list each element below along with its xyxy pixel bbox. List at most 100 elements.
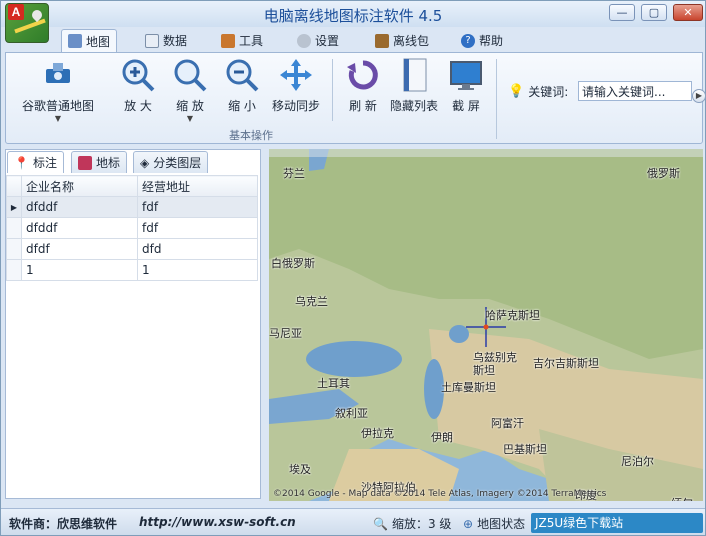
tab-tools-label: 工具 — [239, 34, 264, 48]
zoom-out-label: 缩 小 — [228, 99, 256, 113]
zoom-button[interactable]: 缩 放 ▼ — [166, 57, 214, 123]
maximize-button[interactable]: ▢ — [641, 4, 667, 21]
tab-map[interactable]: 地图 — [61, 29, 118, 52]
app-logo-badge: A — [8, 4, 24, 20]
refresh-button[interactable]: 刷 新 — [340, 57, 386, 114]
table-row[interactable]: 1 1 — [6, 259, 258, 281]
table-header-row: 企业名称 经营地址 — [6, 175, 258, 197]
map-terrain — [269, 149, 703, 501]
map-label: 乌兹别克 斯坦 — [473, 351, 517, 377]
refresh-label: 刷 新 — [349, 99, 377, 113]
magnifier-icon: 🔍 — [373, 516, 388, 531]
hide-list-label: 隐藏列表 — [389, 99, 438, 113]
zoom-out-button[interactable]: 缩 小 — [218, 57, 266, 114]
map-state-text: 地图状态 — [477, 517, 526, 531]
list-tab-bar: 📍 标注 地标 ◈ 分类图层 — [5, 151, 261, 173]
tab-offline-package[interactable]: 离线包 — [369, 29, 435, 52]
toolbar-divider — [496, 59, 497, 139]
tab-offline-package-label: 离线包 — [393, 34, 430, 48]
zoom-status: 🔍 缩放：3 级 — [373, 515, 451, 532]
map-view[interactable]: 芬兰 俄罗斯 白俄罗斯 乌克兰 哈萨克斯坦 马尼亚 乌兹别克 斯坦 吉尔吉斯斯坦… — [269, 149, 703, 501]
lightbulb-icon: 💡 — [508, 84, 525, 99]
tab-tools[interactable]: 工具 — [215, 29, 269, 52]
map-label: 哈萨克斯坦 — [485, 309, 540, 322]
table-cell[interactable]: dfddf — [21, 217, 138, 239]
window-title: 电脑离线地图标注软件 4.5 — [263, 7, 443, 25]
website-link[interactable]: http://www.xsw-soft.cn — [139, 515, 296, 529]
refresh-icon — [345, 57, 381, 93]
tab-settings-label: 设置 — [315, 34, 340, 48]
list-panel-icon — [396, 57, 432, 93]
map-label: 土库曼斯坦 — [441, 381, 496, 394]
tab-help[interactable]: ? 帮助 — [455, 29, 509, 52]
minimize-button[interactable]: — — [609, 4, 635, 21]
status-bar: 软件商：欣思维软件 http://www.xsw-soft.cn 🔍 缩放：3 … — [1, 508, 705, 535]
map-attribution: ©2014 Google - Map data ©2014 Tele Atlas… — [273, 489, 607, 499]
pan-sync-label: 移动同步 — [271, 99, 320, 113]
keyword-label: 关键词: — [528, 85, 569, 99]
toolbar-divider — [332, 59, 333, 121]
map-type-button[interactable]: 谷歌普通地图 ▼ — [14, 57, 102, 123]
map-label: 埃及 — [289, 463, 311, 476]
column-header-address[interactable]: 经营地址 — [137, 175, 258, 197]
table-row[interactable]: dfdf dfd — [6, 238, 258, 260]
table-cell[interactable]: 1 — [21, 259, 138, 281]
map-label: 巴基斯坦 — [503, 443, 547, 456]
gear-icon — [297, 33, 311, 48]
row-indicator — [6, 238, 22, 260]
map-icon — [68, 34, 82, 48]
tab-data[interactable]: 数据 — [139, 29, 193, 52]
map-label: 伊朗 — [431, 431, 453, 444]
map-label: 尼泊尔 — [621, 455, 654, 468]
magnifier-icon — [172, 57, 208, 93]
column-header-company[interactable]: 企业名称 — [21, 175, 138, 197]
map-label: 乌克兰 — [295, 295, 328, 308]
keyword-label-group: 💡 关键词: — [508, 83, 568, 100]
table-cell[interactable]: 1 — [137, 259, 258, 281]
ribbon-group-label: 基本操作 — [229, 129, 273, 142]
map-label: 吉尔吉斯斯坦 — [533, 357, 599, 370]
table-cell[interactable]: dfdf — [21, 238, 138, 260]
row-indicator-header — [6, 175, 22, 197]
zoom-out-icon — [224, 57, 260, 93]
tab-settings[interactable]: 设置 — [291, 29, 345, 52]
keyword-search-input[interactable]: 请输入关键词... — [578, 81, 692, 101]
table-row[interactable]: ▶ dfddf fdf — [6, 196, 258, 218]
watermark-banner: JZ5U绿色下载站www.jz5u.com — [531, 513, 703, 533]
zoom-in-label: 放 大 — [124, 99, 152, 113]
app-logo-icon[interactable]: A — [5, 3, 49, 43]
move-arrows-icon — [278, 57, 314, 93]
table-cell[interactable]: dfd — [137, 238, 258, 260]
close-button[interactable]: ✕ — [673, 4, 703, 21]
map-label: 缅甸 — [671, 495, 693, 501]
hide-list-button[interactable]: 隐藏列表 — [386, 57, 442, 114]
tab-annotations[interactable]: 📍 标注 — [7, 151, 64, 173]
zoom-in-button[interactable]: 放 大 — [114, 57, 162, 114]
tab-data-label: 数据 — [163, 34, 188, 48]
map-label: 土耳其 — [317, 377, 350, 390]
title-bar: 电脑离线地图标注软件 4.5 — ▢ ✕ — [1, 1, 705, 27]
search-go-icon[interactable]: ▶ — [692, 89, 706, 103]
tab-landmarks[interactable]: 地标 — [71, 151, 128, 173]
tab-category-layers-label: 分类图层 — [153, 156, 202, 170]
help-icon: ? — [461, 33, 475, 48]
screenshot-button[interactable]: 截 屏 — [444, 57, 488, 114]
chevron-down-icon: ▼ — [186, 114, 194, 123]
satellite-icon — [40, 57, 76, 93]
package-icon — [375, 33, 389, 48]
table-cell[interactable]: fdf — [137, 217, 258, 239]
zoom-in-icon — [120, 57, 156, 93]
zoom-label: 缩 放 — [176, 99, 204, 113]
table-icon — [145, 33, 159, 48]
monitor-icon — [448, 57, 484, 93]
pan-sync-button[interactable]: 移动同步 — [268, 57, 324, 114]
row-indicator — [6, 259, 22, 281]
row-indicator — [6, 217, 22, 239]
map-label: 芬兰 — [283, 167, 305, 180]
globe-icon: ⊕ — [463, 516, 474, 531]
table-row[interactable]: dfddf fdf — [6, 217, 258, 239]
app-window: 电脑离线地图标注软件 4.5 — ▢ ✕ A 地图 数据 工具 设置 离线包 ?… — [0, 0, 706, 536]
tab-category-layers[interactable]: ◈ 分类图层 — [133, 151, 209, 173]
table-cell[interactable]: dfddf — [21, 196, 138, 218]
table-cell[interactable]: fdf — [137, 196, 258, 218]
